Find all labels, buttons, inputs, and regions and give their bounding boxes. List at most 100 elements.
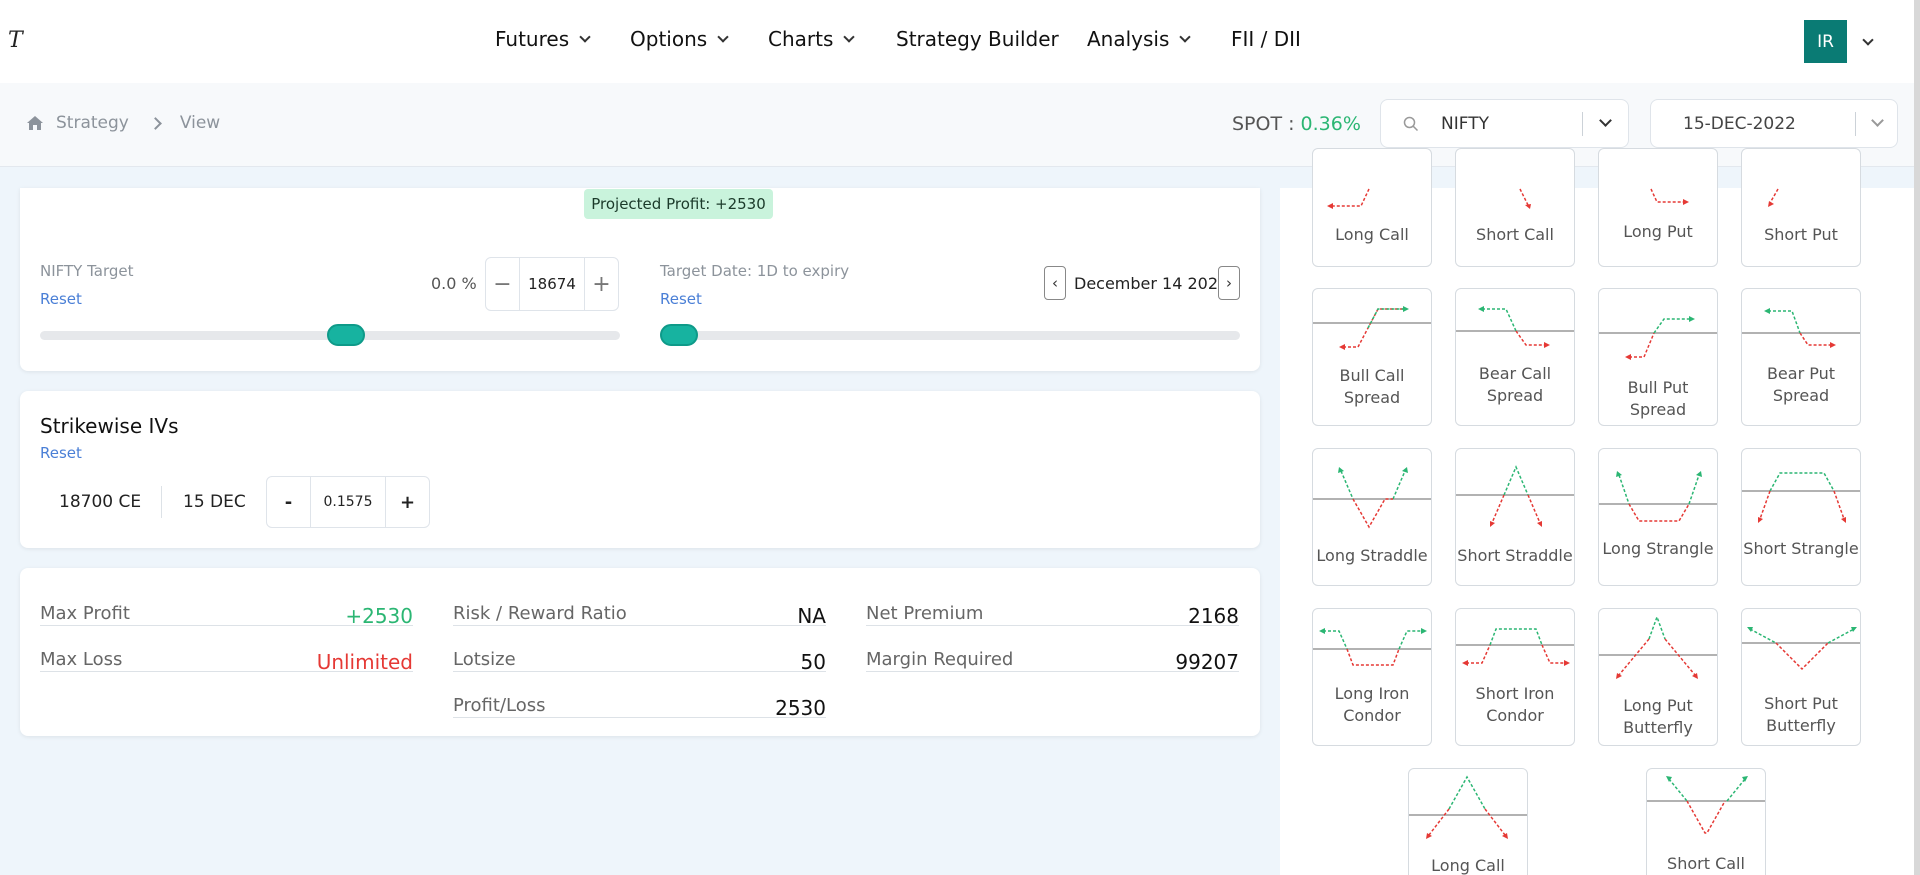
iv-increment-button[interactable]: +	[386, 477, 429, 527]
iv-value-input[interactable]: 0.1575	[310, 477, 386, 527]
nav-strategy-builder-label: Strategy Builder	[896, 27, 1059, 51]
app-logo[interactable]: T	[8, 28, 23, 53]
stat-max-profit: Max Profit +2530	[40, 580, 413, 628]
user-menu-chevron-icon[interactable]	[1862, 34, 1874, 46]
chevron-down-icon[interactable]	[1871, 114, 1884, 127]
chevron-down-icon[interactable]	[1599, 114, 1612, 127]
chevron-down-icon	[717, 30, 729, 43]
stat-profit-loss: Profit/Loss 2530	[453, 672, 826, 720]
strategy-bull-put-spread[interactable]: Bull Put Spread	[1598, 288, 1718, 426]
expiry-select[interactable]: 15-DEC-2022	[1650, 99, 1898, 148]
short-strangle-payoff-icon	[1742, 472, 1860, 523]
nifty-target-label: NIFTY Target	[40, 262, 134, 280]
nav-analysis[interactable]: Analysis	[1087, 27, 1192, 51]
user-avatar[interactable]: IR	[1804, 20, 1847, 63]
strategy-name: Short Call	[1667, 854, 1745, 873]
target-date-label: Target Date: 1D to expiry	[660, 262, 850, 280]
spot-indicator: SPOT :0.36%	[1232, 113, 1361, 135]
stat-label: Max Loss	[40, 649, 123, 670]
date-slider-track[interactable]	[660, 331, 1240, 340]
strategy-name: Long Iron Condor	[1334, 684, 1410, 725]
strategy-name: Short Put Butterfly	[1764, 694, 1838, 735]
date-next-button[interactable]: ›	[1218, 266, 1240, 300]
strategy-name: Short Strangle	[1743, 539, 1859, 558]
date-prev-button[interactable]: ‹	[1044, 266, 1066, 300]
nav-futures[interactable]: Futures	[495, 27, 591, 51]
nav-options-label: Options	[630, 27, 708, 51]
strategy-long-put-butterfly[interactable]: Long Put Butterfly	[1598, 608, 1718, 746]
strategy-short-iron-condor[interactable]: Short Iron Condor	[1455, 608, 1575, 746]
stat-risk-reward: Risk / Reward Ratio NA	[453, 580, 826, 628]
breadcrumb: Strategy View	[26, 113, 220, 133]
strategy-bear-put-spread[interactable]: Bear Put Spread	[1741, 288, 1861, 426]
target-decrement-button[interactable]: −	[486, 258, 519, 310]
target-slider-thumb[interactable]	[327, 324, 366, 346]
strategy-name: Short Call	[1476, 225, 1554, 244]
date-slider-thumb[interactable]	[660, 324, 698, 346]
stat-label: Net Premium	[866, 603, 984, 624]
strategy-name: Short Put	[1764, 225, 1838, 244]
target-increment-button[interactable]: +	[585, 258, 618, 310]
page-scrollbar[interactable]	[1914, 0, 1920, 875]
strategy-name: Long Put	[1623, 222, 1693, 241]
strategy-short-strangle[interactable]: Short Strangle	[1741, 448, 1861, 586]
iv-reset-link[interactable]: Reset	[40, 444, 82, 462]
long-strangle-payoff-icon	[1599, 471, 1717, 522]
stat-max-loss: Max Loss Unlimited	[40, 626, 413, 674]
strategy-long-put[interactable]: Long Put	[1598, 148, 1718, 267]
stat-label: Lotsize	[453, 649, 516, 670]
strategy-name: Long Strangle	[1602, 539, 1714, 558]
strategy-name: Bull Put Spread	[1627, 378, 1689, 419]
strategy-short-call[interactable]: Short Call	[1455, 148, 1575, 267]
short-put-payoff-icon	[1768, 188, 1779, 207]
strategy-long-call[interactable]: Long Call	[1312, 148, 1432, 267]
chevron-down-icon	[1179, 30, 1192, 43]
stat-label: Risk / Reward Ratio	[453, 603, 627, 624]
strategy-short-put-butterfly[interactable]: Short Put Butterfly	[1741, 608, 1861, 746]
breadcrumb-chevron-icon	[148, 116, 162, 130]
short-call-payoff-icon	[1519, 188, 1531, 209]
strategy-bear-call-spread[interactable]: Bear Call Spread	[1455, 288, 1575, 426]
date-reset-link[interactable]: Reset	[660, 290, 702, 308]
strategy-long-strangle[interactable]: Long Strangle	[1598, 448, 1718, 586]
strategy-short-straddle[interactable]: Short Straddle	[1455, 448, 1575, 586]
stat-margin-required: Margin Required 99207	[866, 626, 1239, 674]
stat-label: Margin Required	[866, 649, 1014, 670]
strikewise-ivs-title: Strikewise IVs	[40, 414, 179, 438]
nav-futures-label: Futures	[495, 27, 570, 51]
stat-value: NA	[797, 604, 826, 628]
strategy-short-call-butterfly[interactable]: Short Call	[1646, 768, 1766, 875]
strategy-long-iron-condor[interactable]: Long Iron Condor	[1312, 608, 1432, 746]
home-icon[interactable]	[26, 114, 44, 132]
nav-strategy-builder[interactable]: Strategy Builder	[896, 27, 1059, 51]
strategy-short-put[interactable]: Short Put	[1741, 148, 1861, 267]
projected-profit-badge: Projected Profit: +2530	[584, 189, 773, 219]
strikewise-ivs-card	[20, 391, 1260, 548]
iv-expiry: 15 DEC	[183, 492, 246, 512]
strategy-name: Long Straddle	[1316, 546, 1428, 565]
nav-options[interactable]: Options	[630, 27, 729, 51]
strategy-name: Long Call	[1335, 225, 1409, 244]
target-value-input[interactable]: 18674	[519, 258, 585, 310]
top-navbar: T Futures Options Charts Strategy Builde…	[0, 0, 1920, 83]
strategy-name: Short Iron Condor	[1475, 684, 1555, 725]
stat-net-premium: Net Premium 2168	[866, 580, 1239, 628]
expiry-value: 15-DEC-2022	[1683, 114, 1796, 134]
target-percent: 0.0 %	[431, 274, 477, 293]
strategy-long-call-butterfly[interactable]: Long Call	[1408, 768, 1528, 875]
stat-value: +2530	[345, 604, 413, 628]
target-reset-link[interactable]: Reset	[40, 290, 82, 308]
breadcrumb-current: View	[179, 113, 221, 133]
symbol-value: NIFTY	[1441, 114, 1489, 134]
spot-value: 0.36%	[1300, 113, 1361, 135]
target-stepper: − 18674 +	[485, 257, 619, 311]
nav-charts[interactable]: Charts	[768, 27, 856, 51]
select-divider	[1855, 112, 1856, 136]
iv-decrement-button[interactable]: -	[267, 477, 310, 527]
long-call-payoff-icon	[1327, 188, 1370, 209]
nav-fii-dii[interactable]: FII / DII	[1231, 27, 1301, 51]
breadcrumb-strategy[interactable]: Strategy	[56, 113, 129, 133]
strategy-bull-call-spread[interactable]: Bull Call Spread	[1312, 288, 1432, 426]
symbol-select[interactable]: NIFTY	[1380, 99, 1629, 148]
strategy-long-straddle[interactable]: Long Straddle	[1312, 448, 1432, 586]
